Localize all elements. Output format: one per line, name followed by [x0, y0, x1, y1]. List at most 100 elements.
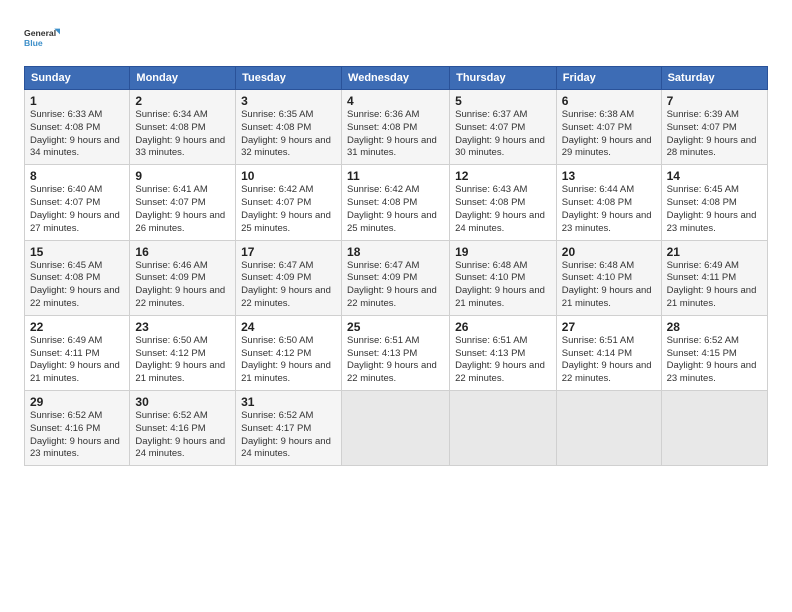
col-header-monday: Monday [130, 67, 236, 90]
calendar-cell: 2Sunrise: 6:34 AMSunset: 4:08 PMDaylight… [130, 90, 236, 165]
calendar-cell: 18Sunrise: 6:47 AMSunset: 4:09 PMDayligh… [342, 240, 450, 315]
day-number: 2 [135, 94, 230, 108]
day-number: 4 [347, 94, 444, 108]
calendar-cell: 21Sunrise: 6:49 AMSunset: 4:11 PMDayligh… [661, 240, 767, 315]
day-number: 7 [667, 94, 762, 108]
header-row: SundayMondayTuesdayWednesdayThursdayFrid… [25, 67, 768, 90]
cell-text: Sunrise: 6:42 AMSunset: 4:08 PMDaylight:… [347, 184, 437, 233]
day-number: 27 [562, 320, 656, 334]
day-number: 1 [30, 94, 124, 108]
cell-text: Sunrise: 6:47 AMSunset: 4:09 PMDaylight:… [347, 260, 437, 309]
cell-text: Sunrise: 6:48 AMSunset: 4:10 PMDaylight:… [562, 260, 652, 309]
calendar-header: SundayMondayTuesdayWednesdayThursdayFrid… [25, 67, 768, 90]
calendar-cell: 20Sunrise: 6:48 AMSunset: 4:10 PMDayligh… [556, 240, 661, 315]
col-header-friday: Friday [556, 67, 661, 90]
calendar-cell: 26Sunrise: 6:51 AMSunset: 4:13 PMDayligh… [450, 315, 557, 390]
day-number: 31 [241, 395, 336, 409]
calendar-cell [450, 391, 557, 466]
day-number: 6 [562, 94, 656, 108]
day-number: 20 [562, 245, 656, 259]
week-row-4: 22Sunrise: 6:49 AMSunset: 4:11 PMDayligh… [25, 315, 768, 390]
calendar-cell: 22Sunrise: 6:49 AMSunset: 4:11 PMDayligh… [25, 315, 130, 390]
cell-text: Sunrise: 6:46 AMSunset: 4:09 PMDaylight:… [135, 260, 225, 309]
cell-text: Sunrise: 6:51 AMSunset: 4:13 PMDaylight:… [347, 335, 437, 384]
logo: General Blue [24, 20, 64, 56]
svg-text:Blue: Blue [24, 38, 43, 48]
calendar-cell: 24Sunrise: 6:50 AMSunset: 4:12 PMDayligh… [236, 315, 342, 390]
cell-text: Sunrise: 6:39 AMSunset: 4:07 PMDaylight:… [667, 109, 757, 158]
day-number: 10 [241, 169, 336, 183]
calendar-cell: 8Sunrise: 6:40 AMSunset: 4:07 PMDaylight… [25, 165, 130, 240]
week-row-5: 29Sunrise: 6:52 AMSunset: 4:16 PMDayligh… [25, 391, 768, 466]
cell-text: Sunrise: 6:38 AMSunset: 4:07 PMDaylight:… [562, 109, 652, 158]
day-number: 16 [135, 245, 230, 259]
day-number: 26 [455, 320, 551, 334]
day-number: 22 [30, 320, 124, 334]
calendar-cell: 10Sunrise: 6:42 AMSunset: 4:07 PMDayligh… [236, 165, 342, 240]
day-number: 11 [347, 169, 444, 183]
cell-text: Sunrise: 6:41 AMSunset: 4:07 PMDaylight:… [135, 184, 225, 233]
day-number: 17 [241, 245, 336, 259]
calendar-cell: 27Sunrise: 6:51 AMSunset: 4:14 PMDayligh… [556, 315, 661, 390]
calendar-cell: 15Sunrise: 6:45 AMSunset: 4:08 PMDayligh… [25, 240, 130, 315]
calendar-cell: 23Sunrise: 6:50 AMSunset: 4:12 PMDayligh… [130, 315, 236, 390]
day-number: 8 [30, 169, 124, 183]
day-number: 12 [455, 169, 551, 183]
cell-text: Sunrise: 6:51 AMSunset: 4:14 PMDaylight:… [562, 335, 652, 384]
cell-text: Sunrise: 6:48 AMSunset: 4:10 PMDaylight:… [455, 260, 545, 309]
day-number: 21 [667, 245, 762, 259]
calendar-cell: 19Sunrise: 6:48 AMSunset: 4:10 PMDayligh… [450, 240, 557, 315]
col-header-saturday: Saturday [661, 67, 767, 90]
cell-text: Sunrise: 6:49 AMSunset: 4:11 PMDaylight:… [667, 260, 757, 309]
cell-text: Sunrise: 6:42 AMSunset: 4:07 PMDaylight:… [241, 184, 331, 233]
calendar-cell: 3Sunrise: 6:35 AMSunset: 4:08 PMDaylight… [236, 90, 342, 165]
calendar-cell: 16Sunrise: 6:46 AMSunset: 4:09 PMDayligh… [130, 240, 236, 315]
cell-text: Sunrise: 6:33 AMSunset: 4:08 PMDaylight:… [30, 109, 120, 158]
calendar-cell: 25Sunrise: 6:51 AMSunset: 4:13 PMDayligh… [342, 315, 450, 390]
calendar-cell: 28Sunrise: 6:52 AMSunset: 4:15 PMDayligh… [661, 315, 767, 390]
week-row-1: 1Sunrise: 6:33 AMSunset: 4:08 PMDaylight… [25, 90, 768, 165]
cell-text: Sunrise: 6:45 AMSunset: 4:08 PMDaylight:… [30, 260, 120, 309]
cell-text: Sunrise: 6:52 AMSunset: 4:17 PMDaylight:… [241, 410, 331, 459]
cell-text: Sunrise: 6:51 AMSunset: 4:13 PMDaylight:… [455, 335, 545, 384]
day-number: 23 [135, 320, 230, 334]
calendar-cell [342, 391, 450, 466]
day-number: 25 [347, 320, 444, 334]
calendar-cell: 11Sunrise: 6:42 AMSunset: 4:08 PMDayligh… [342, 165, 450, 240]
day-number: 13 [562, 169, 656, 183]
day-number: 15 [30, 245, 124, 259]
day-number: 19 [455, 245, 551, 259]
calendar-cell: 7Sunrise: 6:39 AMSunset: 4:07 PMDaylight… [661, 90, 767, 165]
week-row-2: 8Sunrise: 6:40 AMSunset: 4:07 PMDaylight… [25, 165, 768, 240]
svg-text:General: General [24, 28, 56, 38]
cell-text: Sunrise: 6:43 AMSunset: 4:08 PMDaylight:… [455, 184, 545, 233]
calendar-cell: 14Sunrise: 6:45 AMSunset: 4:08 PMDayligh… [661, 165, 767, 240]
cell-text: Sunrise: 6:50 AMSunset: 4:12 PMDaylight:… [241, 335, 331, 384]
header: General Blue [24, 20, 768, 56]
calendar-cell: 13Sunrise: 6:44 AMSunset: 4:08 PMDayligh… [556, 165, 661, 240]
calendar-cell [556, 391, 661, 466]
cell-text: Sunrise: 6:50 AMSunset: 4:12 PMDaylight:… [135, 335, 225, 384]
col-header-wednesday: Wednesday [342, 67, 450, 90]
calendar: SundayMondayTuesdayWednesdayThursdayFrid… [24, 66, 768, 466]
week-row-3: 15Sunrise: 6:45 AMSunset: 4:08 PMDayligh… [25, 240, 768, 315]
col-header-sunday: Sunday [25, 67, 130, 90]
calendar-cell: 29Sunrise: 6:52 AMSunset: 4:16 PMDayligh… [25, 391, 130, 466]
day-number: 28 [667, 320, 762, 334]
col-header-tuesday: Tuesday [236, 67, 342, 90]
day-number: 24 [241, 320, 336, 334]
cell-text: Sunrise: 6:45 AMSunset: 4:08 PMDaylight:… [667, 184, 757, 233]
cell-text: Sunrise: 6:36 AMSunset: 4:08 PMDaylight:… [347, 109, 437, 158]
col-header-thursday: Thursday [450, 67, 557, 90]
cell-text: Sunrise: 6:44 AMSunset: 4:08 PMDaylight:… [562, 184, 652, 233]
calendar-body: 1Sunrise: 6:33 AMSunset: 4:08 PMDaylight… [25, 90, 768, 466]
calendar-cell: 12Sunrise: 6:43 AMSunset: 4:08 PMDayligh… [450, 165, 557, 240]
cell-text: Sunrise: 6:52 AMSunset: 4:15 PMDaylight:… [667, 335, 757, 384]
day-number: 9 [135, 169, 230, 183]
calendar-cell: 30Sunrise: 6:52 AMSunset: 4:16 PMDayligh… [130, 391, 236, 466]
calendar-cell: 1Sunrise: 6:33 AMSunset: 4:08 PMDaylight… [25, 90, 130, 165]
day-number: 3 [241, 94, 336, 108]
cell-text: Sunrise: 6:40 AMSunset: 4:07 PMDaylight:… [30, 184, 120, 233]
day-number: 14 [667, 169, 762, 183]
cell-text: Sunrise: 6:34 AMSunset: 4:08 PMDaylight:… [135, 109, 225, 158]
